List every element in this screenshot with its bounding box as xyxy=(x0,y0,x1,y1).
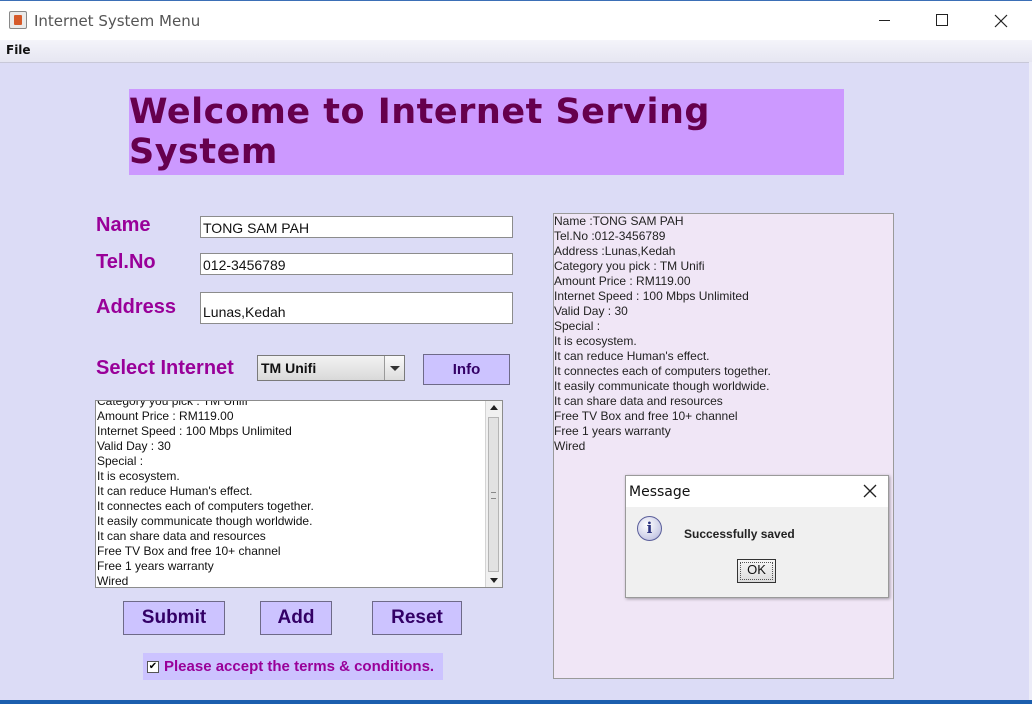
welcome-banner: Welcome to Internet Serving System xyxy=(129,89,844,175)
add-button[interactable]: Add xyxy=(260,601,332,635)
minimize-button[interactable] xyxy=(860,1,906,41)
address-field[interactable] xyxy=(200,292,513,324)
details-textarea[interactable]: Category you pick : TM Unifi Amount Pric… xyxy=(95,400,503,588)
details-text: Category you pick : TM Unifi Amount Pric… xyxy=(97,400,314,588)
info-button[interactable]: Info xyxy=(423,354,510,385)
dialog-title: Message xyxy=(629,484,691,500)
tel-label: Tel.No xyxy=(96,251,156,273)
output-panel: Name :TONG SAM PAH Tel.No :012-3456789 A… xyxy=(553,213,894,679)
info-icon: i xyxy=(637,516,662,541)
close-icon xyxy=(994,14,1008,28)
menu-bar: File xyxy=(0,40,1032,63)
select-internet-label: Select Internet xyxy=(96,357,234,379)
internet-select-dropdown[interactable]: TM Unifi xyxy=(257,355,405,381)
terms-label[interactable]: Please accept the terms & conditions. xyxy=(164,658,434,675)
tel-field[interactable] xyxy=(200,253,513,275)
scroll-thumb[interactable] xyxy=(488,417,499,572)
taskbar-strip xyxy=(0,700,1032,704)
scroll-up-button[interactable] xyxy=(486,401,502,415)
maximize-button[interactable] xyxy=(918,1,964,41)
scroll-down-button[interactable] xyxy=(486,573,502,587)
chevron-down-icon[interactable] xyxy=(384,356,404,380)
dialog-close-button[interactable] xyxy=(862,483,878,499)
name-label: Name xyxy=(96,214,151,236)
dialog-message: Successfully saved xyxy=(684,527,795,541)
internet-select-value: TM Unifi xyxy=(261,360,317,376)
close-icon xyxy=(863,484,877,498)
ok-button[interactable]: OK xyxy=(737,559,776,583)
terms-row[interactable]: ✔ Please accept the terms & conditions. xyxy=(143,653,443,680)
window-titlebar: Internet System Menu xyxy=(0,0,1032,41)
close-window-button[interactable] xyxy=(978,1,1024,41)
message-dialog: Message i Successfully saved OK xyxy=(625,475,889,598)
reset-button[interactable]: Reset xyxy=(372,601,462,635)
terms-checkbox[interactable]: ✔ xyxy=(147,661,159,673)
menu-file[interactable]: File xyxy=(6,43,31,57)
name-field[interactable] xyxy=(200,216,513,238)
welcome-title: Welcome to Internet Serving System xyxy=(129,92,710,172)
window-title: Internet System Menu xyxy=(34,12,201,30)
output-text: Name :TONG SAM PAH Tel.No :012-3456789 A… xyxy=(554,214,771,453)
java-app-icon xyxy=(9,11,27,29)
details-scrollbar[interactable] xyxy=(485,401,502,587)
address-label: Address xyxy=(96,296,177,318)
dialog-titlebar: Message xyxy=(626,476,888,507)
submit-button[interactable]: Submit xyxy=(123,601,225,635)
